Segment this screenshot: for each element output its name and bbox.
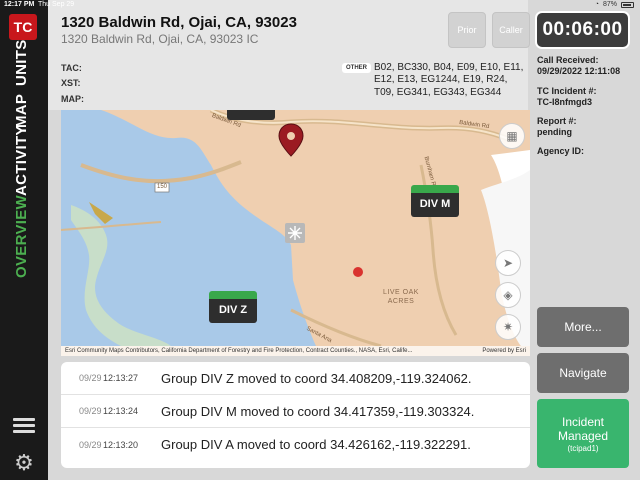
agency-label: Agency ID: bbox=[537, 146, 585, 156]
hamburger-icon[interactable] bbox=[13, 418, 35, 436]
incident-address: 1320 Baldwin Rd, Ojai, CA, 93023 bbox=[61, 14, 297, 31]
basemap-icon[interactable]: ▦ bbox=[499, 123, 525, 149]
battery-icon bbox=[621, 1, 634, 8]
log-time: 12:13:24 bbox=[103, 406, 139, 416]
map-label: MAP: bbox=[61, 94, 84, 104]
unit-marker-div-m[interactable]: DIV M bbox=[411, 185, 459, 217]
navigate-button[interactable]: Navigate bbox=[537, 353, 629, 393]
app-logo: TC bbox=[9, 14, 37, 40]
unit-marker-label: DIV M bbox=[411, 193, 459, 217]
more-button[interactable]: More... bbox=[537, 307, 629, 347]
log-time: 12:13:20 bbox=[103, 439, 139, 450]
incident-map[interactable]: 150 Baldwin Rd Baldwin Rd Burnham Rd San… bbox=[61, 110, 530, 356]
log-row[interactable]: 09/29 12:13:24 Group DIV M moved to coor… bbox=[61, 395, 530, 428]
side-nav: TC OVERVIEW ACTIVITY MAP UNITS ⚙ bbox=[0, 0, 48, 480]
unit-marker-partial[interactable] bbox=[227, 110, 275, 120]
tc-incident-value: TC-I8nfmgd3 bbox=[537, 97, 592, 107]
prior-button[interactable]: Prior bbox=[448, 12, 486, 48]
nav-tabs: OVERVIEW ACTIVITY MAP UNITS bbox=[8, 40, 40, 292]
call-received-value: 09/29/2022 12:11:08 bbox=[537, 66, 621, 76]
log-date: 09/29 bbox=[79, 373, 102, 383]
log-message: Group DIV A moved to coord 34.426162,-11… bbox=[161, 437, 471, 452]
log-message: Group DIV M moved to coord 34.417359,-11… bbox=[161, 403, 475, 419]
tab-map[interactable]: MAP bbox=[13, 94, 30, 128]
tab-units[interactable]: UNITS bbox=[13, 40, 30, 87]
caller-button[interactable]: Caller bbox=[492, 12, 530, 48]
tc-incident-label: TC Incident #: bbox=[537, 86, 597, 96]
incident-managed-sub: (tcipad1) bbox=[567, 444, 599, 453]
unit-marker-div-z[interactable]: DIV Z bbox=[209, 291, 257, 323]
incident-timer: 00:06:00 bbox=[535, 11, 630, 49]
log-date: 09/29 bbox=[79, 406, 102, 416]
assigned-units: B02, BC330, B04, E09, E10, E11, E12, E13… bbox=[374, 62, 524, 98]
satellite-icon[interactable]: ✷ bbox=[495, 314, 521, 340]
battery-percent: 87% bbox=[602, 1, 617, 8]
incident-managed-label: Incident Managed bbox=[557, 415, 609, 443]
incident-managed-button[interactable]: Incident Managed (tcipad1) bbox=[537, 399, 629, 468]
log-row[interactable]: 09/29 12:13:20 Group DIV A moved to coor… bbox=[61, 428, 530, 461]
report-label: Report #: bbox=[537, 116, 577, 126]
map-attribution: Esri Community Maps Contributors, Califo… bbox=[61, 346, 530, 356]
log-row[interactable]: 09/29 12:13:27 Group DIV Z moved to coor… bbox=[61, 362, 530, 395]
gear-icon[interactable]: ⚙ bbox=[12, 451, 36, 475]
log-time: 12:13:27 bbox=[103, 373, 139, 383]
layers-icon[interactable]: ◈ bbox=[495, 282, 521, 308]
status-right: ◔ 87% bbox=[595, 1, 634, 8]
status-date: Thu Sep 29 bbox=[38, 1, 75, 8]
incident-address-secondary: 1320 Baldwin Rd, Ojai, CA, 93023 IC bbox=[61, 32, 259, 46]
status-time: 12:17 PM bbox=[4, 1, 35, 8]
log-message: Group DIV Z moved to coord 34.408209,-11… bbox=[161, 370, 472, 386]
xst-label: XST: bbox=[61, 78, 81, 88]
status-bar: 12:17 PM Thu Sep 29 ◔ 87% bbox=[0, 0, 640, 10]
tab-activity[interactable]: ACTIVITY bbox=[13, 125, 30, 196]
map-canvas bbox=[61, 110, 530, 348]
report-value: pending bbox=[537, 127, 572, 137]
tab-overview[interactable]: OVERVIEW bbox=[13, 195, 30, 278]
place-label: LIVE OAK ACRES bbox=[383, 289, 419, 305]
powered-by[interactable]: Powered by Esri bbox=[482, 346, 526, 356]
incident-header: 1320 Baldwin Rd, Ojai, CA, 93023 1320 Ba… bbox=[48, 0, 530, 110]
other-tag: OTHER bbox=[342, 63, 371, 73]
locate-icon[interactable]: ➤ bbox=[495, 250, 521, 276]
call-received-label: Call Received: bbox=[537, 55, 599, 65]
activity-log[interactable]: 09/29 12:13:27 Group DIV Z moved to coor… bbox=[61, 362, 530, 468]
tac-label: TAC: bbox=[61, 63, 82, 73]
route-shield: 150 bbox=[157, 184, 168, 190]
log-date: 09/29 bbox=[79, 439, 102, 450]
wifi-icon: ◔ bbox=[594, 1, 599, 8]
attribution-text: Esri Community Maps Contributors, Califo… bbox=[65, 348, 413, 354]
unit-marker-label: DIV Z bbox=[209, 299, 257, 323]
